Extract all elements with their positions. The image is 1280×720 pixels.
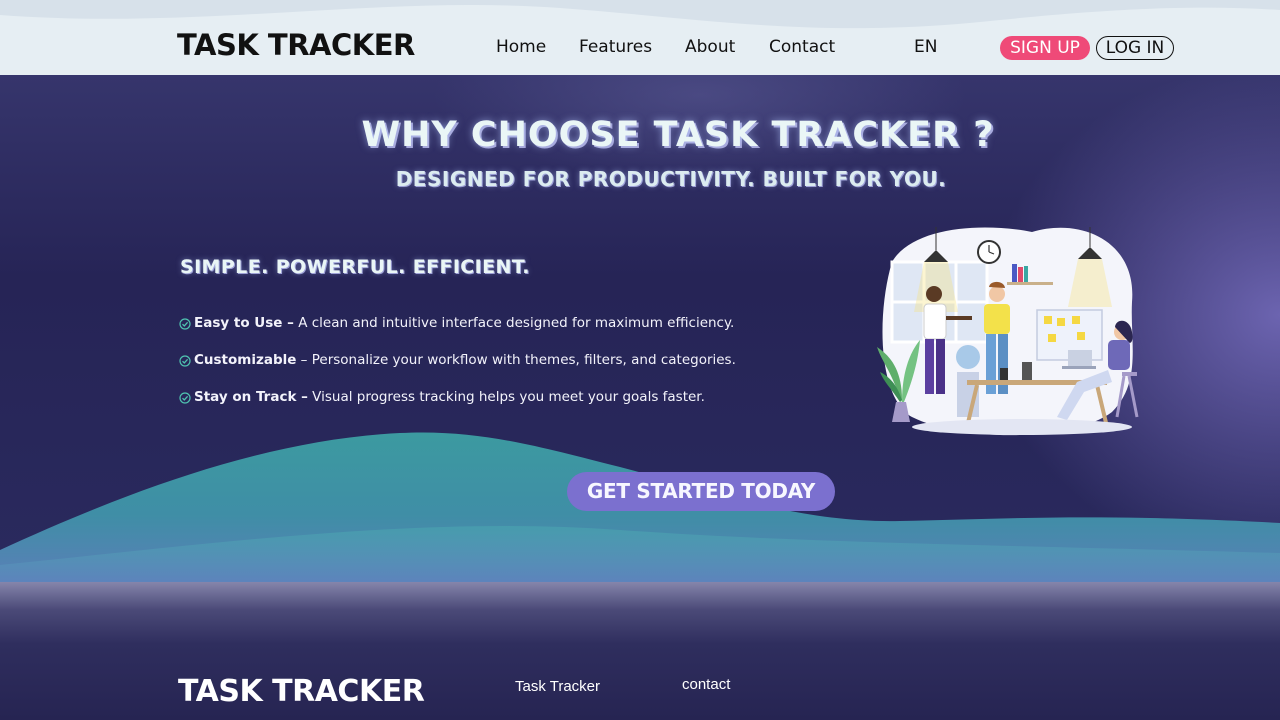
site-header: TASK TRACKER Home Features About Contact… [0,0,1280,75]
login-button[interactable]: LOG IN [1096,36,1174,60]
check-circle-icon [179,318,191,330]
check-circle-icon [179,392,191,404]
check-circle-icon [179,355,191,367]
hero-tagline: SIMPLE. POWERFUL. EFFICIENT. [180,256,530,278]
feature-description: A clean and intuitive interface designed… [293,315,735,331]
get-started-button[interactable]: GET STARTED TODAY [567,472,835,511]
hero-title: WHY CHOOSE TASK TRACKER ? [361,115,995,155]
footer-link-task-tracker[interactable]: Task Tracker [515,678,600,695]
feature-title: Easy to Use – [194,315,294,331]
hero-section: WHY CHOOSE TASK TRACKER ? DESIGNED FOR P… [0,75,1280,582]
language-selector[interactable]: EN [914,37,937,57]
feature-item: Easy to Use – A clean and intuitive inte… [179,315,736,352]
nav-contact[interactable]: Contact [769,37,835,57]
feature-title: Customizable [194,352,297,368]
feature-description: Visual progress tracking helps you meet … [307,389,705,405]
footer-link-contact[interactable]: contact [682,676,730,693]
nav-home[interactable]: Home [496,37,546,57]
feature-list: Easy to Use – A clean and intuitive inte… [179,315,736,426]
hero-subtitle: DESIGNED FOR PRODUCTIVITY. BUILT FOR YOU… [395,167,947,191]
feature-description: – Personalize your workflow with themes,… [296,352,736,368]
site-logo[interactable]: TASK TRACKER [177,28,415,62]
feature-item: Stay on Track – Visual progress tracking… [179,389,736,426]
office-team-illustration [877,227,1139,436]
nav-features[interactable]: Features [579,37,652,57]
nav-about[interactable]: About [685,37,735,57]
footer-logo[interactable]: TASK TRACKER [178,674,425,709]
feature-title: Stay on Track – [194,389,308,405]
site-footer: TASK TRACKER Task Tracker contact [0,582,1280,720]
feature-item: Customizable – Personalize your workflow… [179,352,736,389]
signup-button[interactable]: SIGN UP [1000,36,1090,60]
